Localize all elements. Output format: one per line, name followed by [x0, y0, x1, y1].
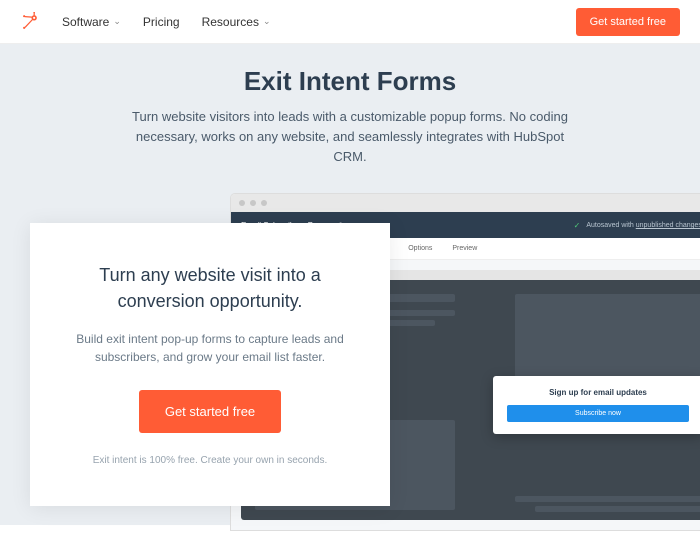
- page-subtitle: Turn website visitors into leads with a …: [120, 107, 580, 167]
- subscribe-button[interactable]: Subscribe now: [507, 405, 689, 422]
- card-title: Turn any website visit into a conversion…: [64, 263, 356, 313]
- hubspot-logo-icon: [20, 12, 40, 32]
- popup-preview: Sign up for email updates Subscribe now: [493, 376, 700, 434]
- top-nav: Software⌄ Pricing Resources⌄ Get started…: [0, 0, 700, 44]
- get-started-button[interactable]: Get started free: [576, 8, 680, 36]
- check-icon: ✓: [574, 221, 581, 230]
- nav-resources[interactable]: Resources⌄: [202, 15, 271, 29]
- chevron-down-icon: ⌄: [263, 16, 271, 27]
- tab-item[interactable]: Options: [408, 245, 432, 252]
- card-fineprint: Exit intent is 100% free. Create your ow…: [64, 455, 356, 466]
- stage: Email Subscribers Pop-up✎ ✓Autosaved wit…: [40, 193, 660, 533]
- nav-left: Software⌄ Pricing Resources⌄: [20, 12, 271, 32]
- card-body: Build exit intent pop-up forms to captur…: [64, 330, 356, 366]
- tab-item[interactable]: Preview: [452, 245, 477, 252]
- chevron-down-icon: ⌄: [113, 16, 121, 27]
- unpublished-link[interactable]: unpublished changes: [636, 222, 700, 229]
- page-title: Exit Intent Forms: [40, 66, 660, 97]
- popup-title: Sign up for email updates: [507, 388, 689, 397]
- nav-pricing[interactable]: Pricing: [143, 15, 180, 29]
- card-cta-button[interactable]: Get started free: [139, 390, 281, 433]
- promo-card: Turn any website visit into a conversion…: [30, 223, 390, 505]
- hero: Exit Intent Forms Turn website visitors …: [0, 44, 700, 525]
- window-chrome: [231, 194, 700, 212]
- nav-software[interactable]: Software⌄: [62, 15, 121, 29]
